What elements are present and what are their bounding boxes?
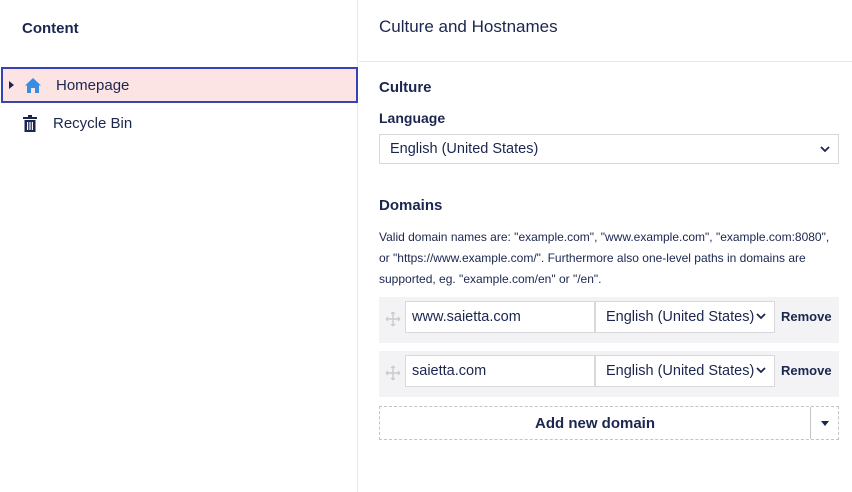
caret-down-icon xyxy=(820,420,829,426)
domain-row: saietta.com English (United States) Remo… xyxy=(379,351,839,397)
trash-icon xyxy=(20,113,40,133)
add-domain-options-button[interactable] xyxy=(810,407,838,439)
tree-item-homepage[interactable]: Homepage xyxy=(1,67,358,103)
panel-title: Culture and Hostnames xyxy=(379,17,558,36)
add-domain-button-group: Add new domain xyxy=(379,406,839,440)
domain-language-value: English (United States) xyxy=(606,363,755,379)
domain-language-select[interactable]: English (United States) xyxy=(595,355,775,387)
home-icon xyxy=(23,75,43,95)
domains-help-text: Valid domain names are: "example.com", "… xyxy=(379,230,830,286)
hostname-input[interactable]: saietta.com xyxy=(405,355,595,387)
culture-heading: Culture xyxy=(379,79,432,96)
expand-caret-icon[interactable] xyxy=(9,81,14,89)
chevron-down-icon xyxy=(756,367,766,374)
language-select[interactable]: English (United States) xyxy=(379,134,839,164)
hostname-input[interactable]: www.saietta.com xyxy=(405,301,595,333)
remove-domain-button[interactable]: Remove xyxy=(781,363,832,378)
tree-item-label: Recycle Bin xyxy=(53,114,133,132)
culture-hostnames-panel: Culture and Hostnames Culture Language E… xyxy=(359,0,852,492)
remove-domain-button[interactable]: Remove xyxy=(781,309,832,324)
tree-item-label: Homepage xyxy=(56,76,130,94)
tree-title: Content xyxy=(22,20,79,37)
language-label: Language xyxy=(379,110,446,126)
drag-handle-icon[interactable] xyxy=(385,311,401,327)
tree-item-recycle-bin[interactable]: Recycle Bin xyxy=(0,105,358,141)
domain-language-value: English (United States) xyxy=(606,309,755,325)
language-select-value: English (United States) xyxy=(390,141,539,157)
add-new-domain-button[interactable]: Add new domain xyxy=(380,407,810,439)
domains-heading: Domains xyxy=(379,197,443,214)
domain-row: www.saietta.com English (United States) … xyxy=(379,297,839,343)
chevron-down-icon xyxy=(756,313,766,320)
panel-header: Culture and Hostnames xyxy=(359,0,852,62)
content-tree: Content Homepage Recycle Bin xyxy=(0,0,358,492)
domain-language-select[interactable]: English (United States) xyxy=(595,301,775,333)
chevron-down-icon xyxy=(820,146,830,153)
drag-handle-icon[interactable] xyxy=(385,365,401,381)
